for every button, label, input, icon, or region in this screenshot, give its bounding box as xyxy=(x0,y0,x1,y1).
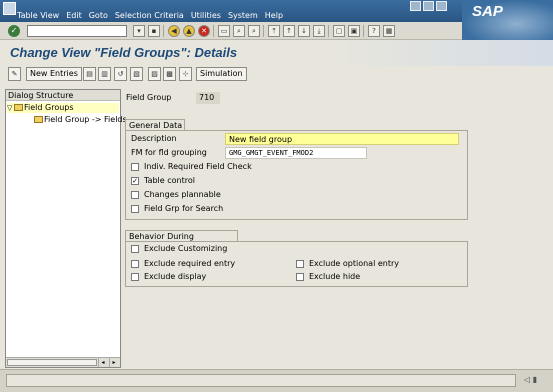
dropdown-icon[interactable]: ▾ xyxy=(133,25,145,37)
close-window-button[interactable] xyxy=(436,1,447,11)
exclude-hide-checkbox[interactable] xyxy=(296,273,304,281)
exclude-display-checkbox[interactable] xyxy=(131,273,139,281)
display-change-icon[interactable]: ✎ xyxy=(8,67,21,81)
cancel-icon[interactable]: ✕ xyxy=(198,25,210,37)
next-page-icon[interactable]: ↓ xyxy=(298,25,310,37)
field-group-value: 710 xyxy=(196,92,220,104)
system-menu-icon[interactable] xyxy=(3,2,16,15)
folder-icon xyxy=(34,116,43,123)
layout-menu-icon[interactable]: ▦ xyxy=(383,25,395,37)
exclude-required-entry-checkbox[interactable] xyxy=(131,260,139,268)
menu-items: Table View Edit Goto Selection Criteria … xyxy=(17,11,283,20)
separator xyxy=(163,25,165,37)
field-grp-search-checkbox[interactable] xyxy=(131,205,139,213)
new-entries-button[interactable]: New Entries xyxy=(26,67,82,81)
exclude-optional-entry-checkbox[interactable] xyxy=(296,260,304,268)
checkbox-label: Changes plannable xyxy=(144,190,221,199)
status-bar: ◁ ▮ xyxy=(0,369,553,392)
delete-icon[interactable]: ▥ xyxy=(98,67,111,81)
behavior-tab: Behavior During Customizing xyxy=(125,230,238,252)
separator xyxy=(213,25,215,37)
sap-logo: SAP xyxy=(462,0,553,40)
previous-page-icon[interactable]: ↑ xyxy=(283,25,295,37)
general-data-tab: General Data xyxy=(125,119,185,130)
menu-selection-criteria[interactable]: Selection Criteria xyxy=(115,11,184,20)
next-entry-icon[interactable]: ▨ xyxy=(148,67,161,81)
new-session-icon[interactable]: ▢ xyxy=(333,25,345,37)
description-label: Description xyxy=(131,134,177,143)
menu-help[interactable]: Help xyxy=(265,11,283,20)
page-title: Change View "Field Groups": Details xyxy=(10,45,238,60)
changes-plannable-checkbox[interactable] xyxy=(131,191,139,199)
checkbox-label: Exclude hide xyxy=(309,272,361,281)
back-icon[interactable]: ◀ xyxy=(168,25,180,37)
separator xyxy=(263,25,265,37)
last-page-icon[interactable]: ⤓ xyxy=(313,25,325,37)
print-icon[interactable]: ▭ xyxy=(218,25,230,37)
separator xyxy=(363,25,365,37)
sap-logo-text: SAP xyxy=(472,3,503,20)
horizontal-scrollbar[interactable]: ◂ ▸ xyxy=(6,357,120,367)
status-message-area xyxy=(6,374,516,387)
menu-goto[interactable]: Goto xyxy=(89,11,108,20)
minimize-button[interactable] xyxy=(410,1,421,11)
tree-item-label: Field Groups xyxy=(24,103,74,112)
tree-item-label: Field Group -> Fields xyxy=(44,115,127,124)
fm-field[interactable]: GMG_GMGT_EVENT_FMOD2 xyxy=(225,147,367,159)
table-control-checkbox[interactable]: ✓ xyxy=(131,177,139,185)
toolbar-icons: ▾ ▪ ◀ ▲ ✕ ▭ ⌕ ⌕ ⤒ ↑ ↓ ⤓ ▢ ▣ ? ▦ xyxy=(133,25,395,37)
menu-edit[interactable]: Edit xyxy=(66,11,82,20)
simulation-button[interactable]: Simulation xyxy=(196,67,247,81)
indiv-required-check-checkbox[interactable] xyxy=(131,163,139,171)
title-bar: Change View "Field Groups": Details xyxy=(0,40,553,66)
scrollbar-thumb[interactable] xyxy=(7,359,97,366)
command-field[interactable] xyxy=(27,25,127,37)
menu-utilities[interactable]: Utilities xyxy=(191,11,221,20)
dialog-structure-header: Dialog Structure xyxy=(6,90,120,101)
scroll-left-icon[interactable]: ◂ xyxy=(98,358,107,367)
checkbox-label: Exclude display xyxy=(144,272,207,281)
find-next-icon[interactable]: ⌕ xyxy=(248,25,260,37)
status-toggle-icon[interactable]: ◁ ▮ xyxy=(524,375,537,384)
first-page-icon[interactable]: ⤒ xyxy=(268,25,280,37)
maximize-button[interactable] xyxy=(423,1,434,11)
standard-toolbar: ✓ ▾ ▪ ◀ ▲ ✕ ▭ ⌕ ⌕ ⤒ ↑ ↓ ⤓ ▢ ▣ ? ▦ xyxy=(0,22,462,40)
help-icon[interactable]: ? xyxy=(368,25,380,37)
checkbox-label: Indiv. Required Field Check xyxy=(144,162,252,171)
checkbox-label: Table control xyxy=(144,176,195,185)
undo-change-icon[interactable]: ↺ xyxy=(114,67,127,81)
exclude-customizing-checkbox[interactable] xyxy=(131,245,139,253)
tree-item-field-groups[interactable]: ▽ Field Groups xyxy=(7,103,119,113)
expand-arrow-icon[interactable]: ▽ xyxy=(7,103,14,113)
scroll-right-icon[interactable]: ▸ xyxy=(109,358,118,367)
checkbox-label: Exclude required entry xyxy=(144,259,236,268)
copy-as-icon[interactable]: ▤ xyxy=(83,67,96,81)
application-toolbar: ✎ New Entries ▤ ▥ ↺ ▧ ▨ ▩ ⊹ Simulation xyxy=(0,66,553,83)
shortcut-icon[interactable]: ▣ xyxy=(348,25,360,37)
field-group-label: Field Group xyxy=(126,93,172,102)
fm-label: FM for fld grouping xyxy=(131,148,207,157)
folder-open-icon xyxy=(14,104,23,111)
description-field[interactable]: New field group xyxy=(225,133,459,145)
select-block-icon[interactable]: ▩ xyxy=(163,67,176,81)
dialog-structure-panel: Dialog Structure ▽ Field Groups Field Gro… xyxy=(5,89,127,368)
window-controls xyxy=(410,1,447,11)
exit-icon[interactable]: ▲ xyxy=(183,25,195,37)
checkbox-label: Exclude Customizing xyxy=(144,244,228,253)
save-icon[interactable]: ▪ xyxy=(148,25,160,37)
hierarchy-icon[interactable]: ⊹ xyxy=(179,67,192,81)
menu-system[interactable]: System xyxy=(228,11,258,20)
tree-item-field-group-fields[interactable]: Field Group -> Fields xyxy=(34,115,127,125)
checkbox-label: Field Grp for Search xyxy=(144,204,224,213)
enter-check-icon[interactable]: ✓ xyxy=(8,25,20,37)
checkbox-label: Exclude optional entry xyxy=(309,259,399,268)
menu-table-view[interactable]: Table View xyxy=(17,11,59,20)
previous-entry-icon[interactable]: ▧ xyxy=(130,67,143,81)
separator xyxy=(328,25,330,37)
find-icon[interactable]: ⌕ xyxy=(233,25,245,37)
